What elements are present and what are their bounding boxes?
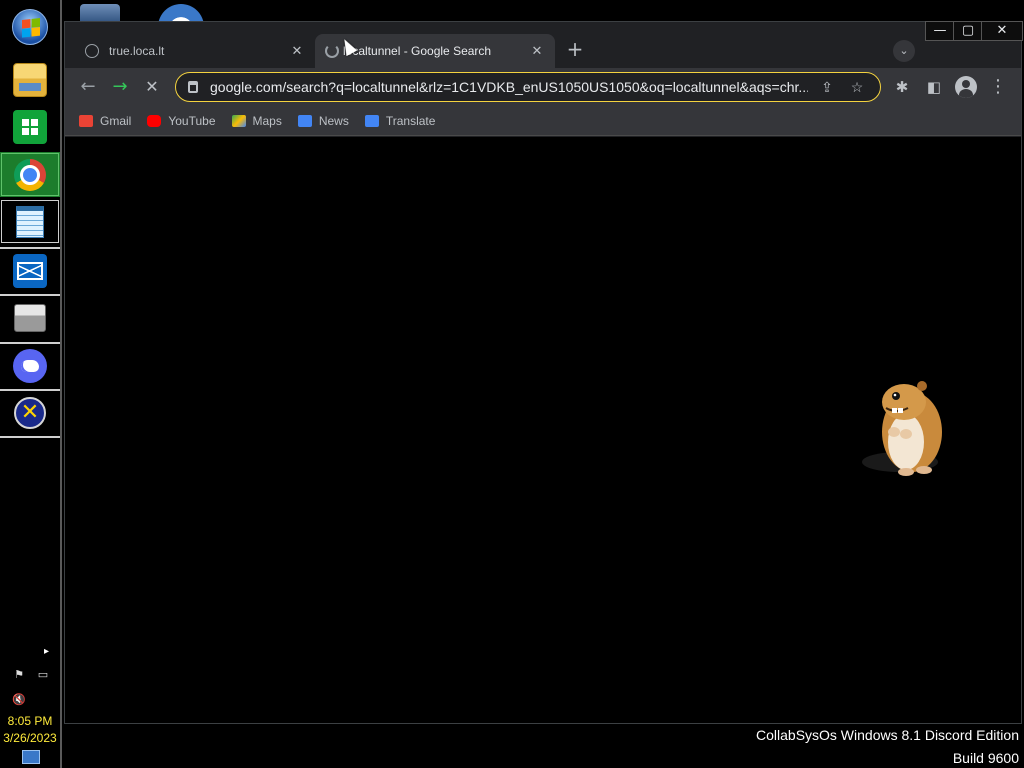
bookmark-maps[interactable]: Maps	[231, 113, 282, 128]
stop-loading-button[interactable]: ✕	[139, 74, 165, 100]
taskbar-store[interactable]	[0, 104, 60, 149]
network-icon[interactable]: ▭	[36, 668, 50, 682]
loading-spinner-icon	[325, 44, 339, 58]
xfire-icon: ✕	[14, 396, 46, 429]
profile-button[interactable]	[953, 74, 979, 100]
new-tab-button[interactable]: +	[563, 38, 587, 62]
gmail-icon	[79, 114, 93, 127]
tab-close-icon[interactable]: ✕	[529, 43, 545, 59]
start-orb-icon	[12, 8, 48, 45]
discord-icon	[13, 348, 47, 383]
bookmark-label: Maps	[252, 113, 282, 128]
extensions-icon[interactable]: ✱	[889, 74, 915, 100]
os-watermark: CollabSysOs Windows 8.1 Discord Edition …	[756, 724, 1019, 768]
start-button[interactable]	[0, 4, 60, 49]
bookmarks-bar: Gmail YouTube Maps News Translate	[65, 106, 1021, 136]
bookmark-label: YouTube	[168, 113, 216, 128]
taskbar: ✕ ▸ ⚑ ▭ 🔇 8:05 PM 3/26/2023	[0, 0, 62, 768]
menu-kebab-icon[interactable]: ⋮	[985, 74, 1011, 100]
tray-expand-chevron-icon[interactable]: ▸	[44, 646, 49, 657]
clock-time[interactable]: 8:05 PM	[0, 714, 60, 728]
news-icon	[297, 114, 312, 127]
file-explorer-icon	[13, 62, 47, 97]
translate-icon	[364, 114, 379, 127]
printer-icon	[14, 303, 46, 332]
bookmark-youtube[interactable]: YouTube	[147, 113, 216, 128]
taskbar-divider	[0, 436, 60, 438]
taskbar-discord[interactable]	[0, 342, 60, 387]
tab-true-loca-lt[interactable]: true.loca.lt ✕	[75, 34, 315, 68]
close-window-button[interactable]: ✕	[981, 21, 1023, 41]
volume-muted-icon[interactable]: 🔇	[12, 693, 26, 707]
taskbar-notepad[interactable]	[0, 199, 60, 244]
globe-icon	[85, 44, 99, 58]
taskbar-chrome[interactable]	[0, 152, 60, 197]
hamster-desktop-pet[interactable]	[860, 374, 950, 482]
taskbar-file-explorer[interactable]	[0, 57, 60, 102]
tab-strip: true.loca.lt ✕ localtunnel - Google Sear…	[65, 22, 1021, 68]
taskbar-printer[interactable]	[0, 294, 60, 339]
watermark-line-1: CollabSysOs Windows 8.1 Discord Edition	[756, 727, 1019, 743]
taskbar-mail[interactable]	[0, 247, 60, 292]
tab-search-button[interactable]: ⌄	[893, 40, 915, 62]
forward-button[interactable]: →	[107, 74, 133, 100]
chrome-window: true.loca.lt ✕ localtunnel - Google Sear…	[64, 21, 1023, 724]
share-icon[interactable]: ⇪	[816, 79, 838, 96]
bookmark-label: Gmail	[100, 113, 132, 128]
taskbar-xfire[interactable]: ✕	[0, 389, 60, 434]
youtube-icon	[147, 114, 162, 127]
bookmark-translate[interactable]: Translate	[364, 113, 436, 128]
show-desktop-button[interactable]	[22, 750, 40, 764]
watermark-line-2: Build 9600	[952, 750, 1019, 766]
browser-toolbar: ← → ✕ google.com/search?q=localtunnel&rl…	[65, 68, 1021, 106]
profile-avatar-icon	[955, 76, 977, 98]
bookmark-news[interactable]: News	[297, 113, 349, 128]
tab-close-icon[interactable]: ✕	[289, 43, 305, 59]
maps-icon	[231, 114, 246, 127]
url-text[interactable]: google.com/search?q=localtunnel&rlz=1C1V…	[210, 79, 808, 95]
maximize-button[interactable]: ▢	[953, 21, 983, 41]
side-panel-icon[interactable]: ◧	[921, 74, 947, 100]
lock-icon[interactable]	[188, 81, 198, 93]
bookmark-label: News	[318, 113, 349, 128]
clock-date[interactable]: 3/26/2023	[0, 731, 60, 745]
tab-title: localtunnel - Google Search	[343, 44, 492, 58]
address-bar[interactable]: google.com/search?q=localtunnel&rlz=1C1V…	[175, 72, 881, 102]
back-button[interactable]: ←	[75, 74, 101, 100]
bookmark-gmail[interactable]: Gmail	[79, 114, 131, 128]
store-icon	[13, 109, 47, 144]
flag-icon[interactable]: ⚑	[12, 668, 26, 682]
tab-title: true.loca.lt	[109, 44, 165, 58]
bookmark-label: Translate	[385, 113, 436, 128]
chrome-icon	[14, 158, 46, 191]
mail-icon	[13, 253, 47, 288]
minimize-button[interactable]: —	[925, 21, 955, 41]
notepad-icon	[16, 205, 44, 238]
bookmark-star-icon[interactable]: ☆	[846, 79, 868, 96]
